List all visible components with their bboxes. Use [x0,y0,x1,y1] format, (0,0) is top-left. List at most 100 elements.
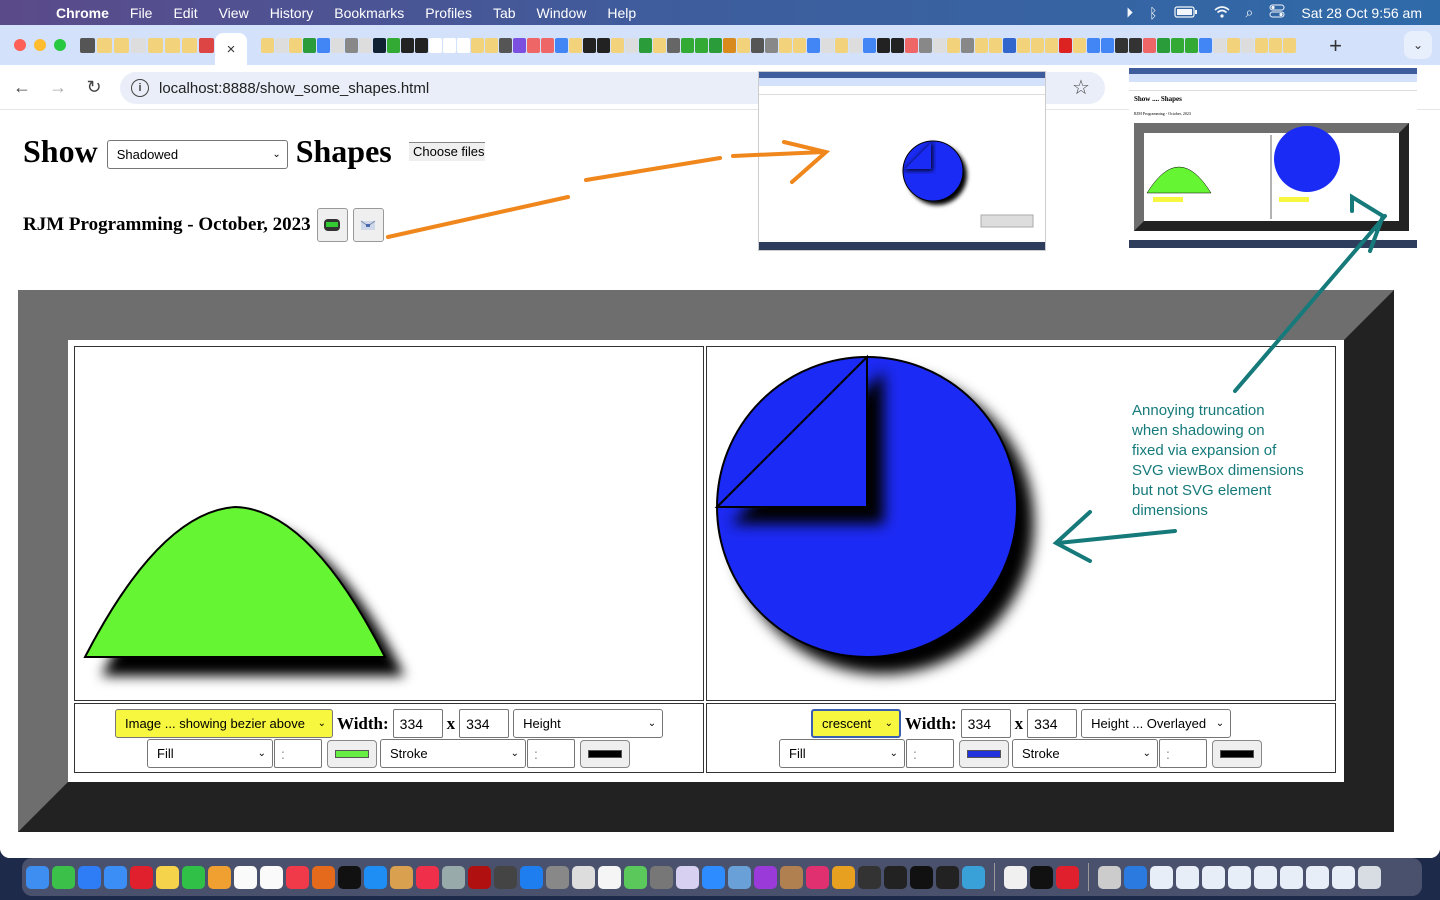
tab-favicon[interactable] [989,37,1002,53]
tab-favicon[interactable] [1003,37,1016,53]
facetime-icon[interactable] [182,865,205,889]
tab-favicon[interactable] [1269,37,1282,53]
spotlight-search-icon[interactable]: ⌕ [1246,4,1254,21]
menu-bookmarks[interactable]: Bookmarks [334,5,404,21]
file-icon[interactable] [598,865,621,889]
play-icon[interactable]: ⏵ [1126,4,1133,21]
right-shape-select[interactable]: crescent ⌄ [811,709,901,738]
tab-favicon[interactable] [275,37,288,53]
opera2-icon[interactable] [1056,865,1079,889]
right-stroke-value-input[interactable]: : [1159,739,1207,768]
doc1-icon[interactable] [1150,865,1173,889]
right-fill-value-input[interactable]: : [906,739,954,768]
tab-favicon[interactable] [639,37,652,53]
doc3-icon[interactable] [1202,865,1225,889]
tab-favicon[interactable] [289,37,302,53]
tab-favicon[interactable] [1045,37,1058,53]
close-tab-icon[interactable]: × [227,41,236,58]
printer-icon[interactable] [1098,865,1121,889]
reload-button[interactable]: ↻ [76,77,112,98]
wifi-icon[interactable] [1214,5,1230,21]
photos-icon[interactable] [208,865,231,889]
filezilla-icon[interactable] [468,865,491,889]
right-stroke-color-picker[interactable] [1212,739,1262,768]
tab-favicon[interactable] [182,37,197,53]
back-button[interactable]: ← [4,77,40,98]
left-fill-value-input[interactable]: : [274,739,322,768]
tab-favicon[interactable] [961,37,974,53]
xcode-icon[interactable] [520,865,543,889]
battery-icon[interactable] [1173,5,1198,21]
tab-favicon[interactable] [947,37,960,53]
tab-favicon[interactable] [863,37,876,53]
textedit-icon[interactable] [1004,865,1027,889]
tab-favicon[interactable] [975,37,988,53]
tab-favicon[interactable] [877,37,890,53]
tab-favicon[interactable] [80,37,95,53]
left-width-input[interactable]: 334 [392,709,443,738]
mode-select[interactable]: Shadowed ⌄ [106,140,288,169]
trash-icon[interactable] [1358,865,1381,889]
tab-favicon[interactable] [1227,37,1240,53]
tab-favicon[interactable] [131,37,146,53]
tab-favicon[interactable] [1185,37,1198,53]
tab-favicon[interactable] [849,37,862,53]
opera-icon[interactable] [130,865,153,889]
tab-favicon[interactable] [555,37,568,53]
tab-favicon[interactable] [97,37,112,53]
bbedit-icon[interactable] [676,865,699,889]
tab-favicon[interactable] [429,37,442,53]
close-window-button[interactable] [14,39,26,51]
tab-favicon[interactable] [807,37,820,53]
tab-favicon[interactable] [485,37,498,53]
slideshow-button[interactable] [316,208,348,242]
music-icon[interactable] [416,865,439,889]
tab-favicon[interactable] [1031,37,1044,53]
control-center-icon[interactable] [1269,4,1285,21]
left-shape-select[interactable]: Image ... showing bezier above ⌄ [115,709,333,738]
reminders-icon[interactable] [260,865,283,889]
tab-favicon[interactable] [415,37,428,53]
sequel-pro-icon[interactable] [572,865,595,889]
tab-favicon[interactable] [1059,37,1072,53]
zoom-icon[interactable] [702,865,725,889]
forward-button[interactable]: → [40,77,76,98]
left-stroke-value-input[interactable]: : [527,739,575,768]
menu-window[interactable]: Window [537,5,587,21]
right-fill-select[interactable]: Fill ⌄ [779,739,905,768]
tab-favicon[interactable] [919,37,932,53]
right-fill-color-picker[interactable] [959,739,1009,768]
contacts-icon[interactable] [780,865,803,889]
tab-favicon[interactable] [114,37,129,53]
right-width-input[interactable]: 334 [960,709,1011,738]
doc4-icon[interactable] [1228,865,1251,889]
doc8-icon[interactable] [1332,865,1355,889]
tab-favicon[interactable] [933,37,946,53]
right-height-select[interactable]: Height ... Overlayed ⌄ [1081,709,1232,738]
doc2-icon[interactable] [1176,865,1199,889]
new-tab-button[interactable]: + [1329,33,1342,59]
left-fill-color-picker[interactable] [327,739,377,768]
tab-favicon[interactable] [471,37,484,53]
menu-tab[interactable]: Tab [493,5,516,21]
choose-files-button[interactable]: Choose files [409,142,485,161]
intellij-icon[interactable] [806,865,829,889]
tab-favicon[interactable] [569,37,582,53]
safari-icon[interactable] [78,865,101,889]
gimp-icon[interactable] [650,865,673,889]
launchpad-icon[interactable] [442,865,465,889]
menu-view[interactable]: View [219,5,249,21]
tab-favicon[interactable] [667,37,680,53]
podcasts-icon[interactable] [754,865,777,889]
tab-favicon[interactable] [1241,37,1254,53]
calendar-icon[interactable] [234,865,257,889]
tab-favicon[interactable] [401,37,414,53]
tab-favicon[interactable] [1101,37,1114,53]
menu-history[interactable]: History [270,5,314,21]
tab-favicon[interactable] [1283,37,1296,53]
tab-favicon[interactable] [779,37,792,53]
system-settings-icon[interactable] [546,865,569,889]
doc6-icon[interactable] [1280,865,1303,889]
menu-file[interactable]: File [130,5,153,21]
news-icon[interactable] [286,865,309,889]
